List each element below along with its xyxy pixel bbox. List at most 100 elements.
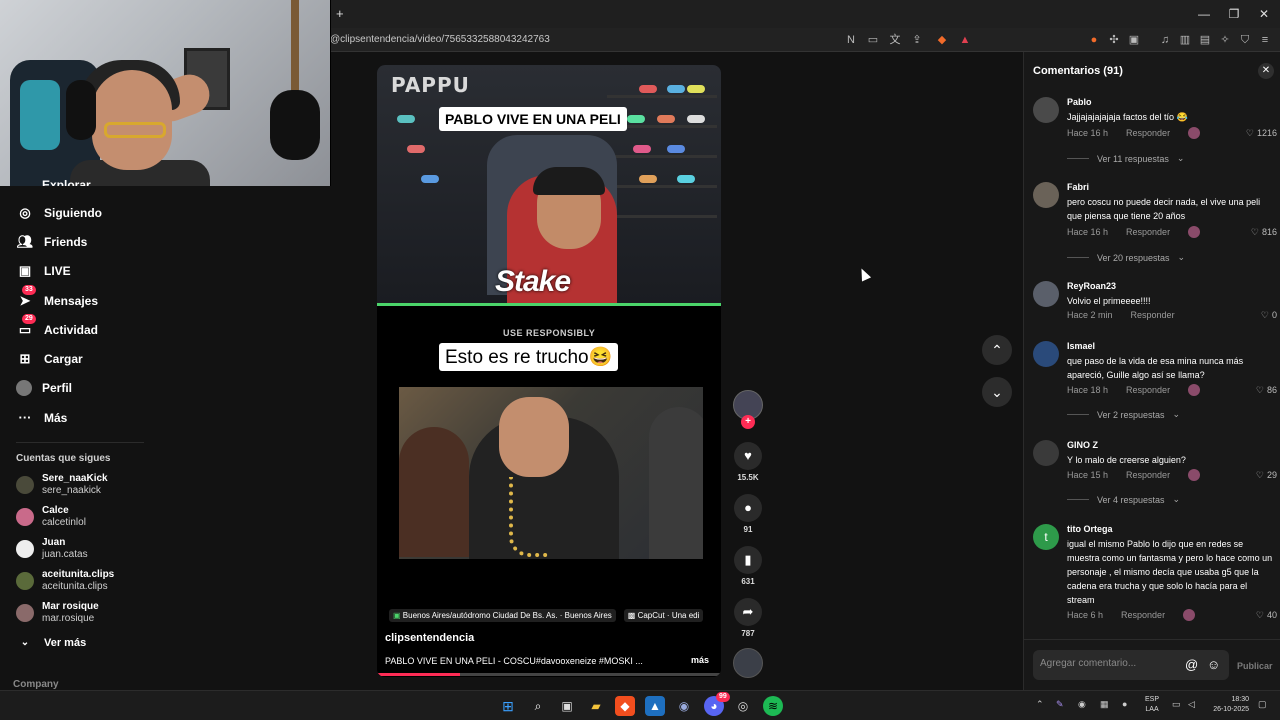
tray-steam-icon[interactable]: ◉ [1078,699,1086,710]
capcut-chip[interactable]: ▩ CapCut · Una edi [623,609,704,622]
comment-author[interactable]: Ismael [1067,341,1095,351]
description-more-button[interactable]: más [691,655,709,665]
follow-plus-button[interactable]: + [741,415,755,429]
like-action[interactable]: ♥ 15.5K [734,442,762,482]
comment-action[interactable]: ● 91 [734,494,762,534]
account-item[interactable]: Mar rosique mar.rosique [16,600,146,626]
tray-pen-icon[interactable]: ✎ [1056,699,1064,710]
sidebar-toggle-icon[interactable]: ▥ [1178,33,1192,47]
comment-like[interactable]: ♡ 1216 [1246,128,1277,139]
volume-icon[interactable]: ◁ [1188,699,1195,710]
avatar[interactable] [1033,440,1059,466]
menu-icon[interactable]: ≡ [1258,33,1272,47]
brave-browser-icon[interactable]: ◆ [615,696,635,716]
steam-icon[interactable]: ◉ [674,696,694,716]
brave-rewards-icon[interactable]: ▲ [958,33,972,47]
reader-off-icon[interactable]: N [844,33,858,47]
view-replies-button[interactable]: Ver 2 respuestas ⌄ [1067,409,1180,420]
clock[interactable]: 18:30 26-10-2025 [1207,695,1249,715]
leo-ai-icon[interactable]: ✧ [1218,33,1232,47]
avatar[interactable] [1033,341,1059,367]
reply-button[interactable]: Responder [1126,385,1170,395]
mention-icon[interactable]: @ [1185,657,1198,672]
see-more-button[interactable]: ⌄ Ver más [16,632,86,654]
extension-puzzle-icon[interactable]: ✣ [1107,33,1121,47]
share-arrow-icon[interactable]: ➦ [734,598,762,626]
avatar[interactable] [1033,281,1059,307]
sidebar-item-activity[interactable]: ▭ 29 Actividad [16,314,98,341]
avatar[interactable]: t [1033,524,1059,550]
wallet-icon[interactable]: ▤ [1198,33,1212,47]
previous-video-button[interactable]: ⌃ [982,335,1012,365]
sidebar-item-live[interactable]: ▣ LIVE [16,260,71,282]
comment-like[interactable]: ♡ 29 [1256,470,1277,481]
company-link[interactable]: Company [13,679,59,690]
account-item[interactable]: Calce calcetinlol [16,504,146,530]
new-tab-button[interactable]: + [336,6,344,21]
sidebar-item-upload[interactable]: ⊞ Cargar [16,348,83,370]
sidebar-item-friends[interactable]: 👥︎ Friends [16,231,88,253]
maximize-button[interactable]: ❐ [1226,6,1242,22]
comment-like[interactable]: ♡ 86 [1256,385,1277,396]
share-action[interactable]: ➦ 787 [734,598,762,638]
comment-icon[interactable]: ● [734,494,762,522]
view-replies-button[interactable]: Ver 20 respuestas ⌄ [1067,252,1185,263]
sidebar-item-following[interactable]: ◎ Siguiendo [16,202,102,224]
tray-chevron-up-icon[interactable]: ⌃ [1036,699,1044,710]
comment-author[interactable]: GINO Z [1067,440,1098,450]
extension-fire-icon[interactable]: ● [1087,33,1101,47]
discord-icon[interactable]: ◕ 99 [704,692,730,716]
notifications-icon[interactable]: ▢ [1258,699,1267,710]
reply-button[interactable]: Responder [1126,470,1170,480]
heart-icon[interactable]: ♥ [734,442,762,470]
photos-icon[interactable]: ▲ [645,696,665,716]
network-icon[interactable]: ▭ [1172,699,1181,710]
obs-icon[interactable]: ◎ [733,696,753,716]
video-author[interactable]: clipsentendencia [385,632,474,644]
location-chip[interactable]: ▣ Buenos Aires/autódromo Ciudad De Bs. A… [389,609,616,622]
comment-author[interactable]: Fabri [1067,182,1089,192]
cast-icon[interactable]: ▭ [866,33,880,47]
save-action[interactable]: ▮ 631 [734,546,762,586]
sidebar-item-messages[interactable]: ➤ 33 Mensajes [16,285,98,312]
comment-author[interactable]: ReyRoan23 [1067,281,1116,291]
comment-author[interactable]: Pablo [1067,97,1092,107]
close-window-button[interactable]: ✕ [1256,6,1272,22]
account-item[interactable]: Sere_naaKick sere_naakick [16,472,146,498]
view-replies-button[interactable]: Ver 4 respuestas ⌄ [1067,494,1180,505]
post-comment-button[interactable]: Publicar [1237,661,1273,671]
view-replies-button[interactable]: Ver 11 respuestas ⌄ [1067,153,1184,164]
spotify-icon[interactable]: ≋ [763,696,783,716]
search-icon[interactable]: ⌕ [528,696,548,716]
sidebar-item-profile[interactable]: Perfil [16,377,72,399]
vpn-shield-icon[interactable]: ⛉ [1238,33,1252,47]
tray-mic-icon[interactable]: ● [1122,699,1127,709]
reply-button[interactable]: Responder [1121,610,1165,620]
url-text[interactable]: @clipsentendencia/video/7565332588043242… [330,34,550,45]
brave-shields-icon[interactable]: ◆ [935,33,949,47]
minimize-button[interactable]: — [1196,6,1212,22]
comment-like[interactable]: ♡ 40 [1256,610,1277,621]
reply-button[interactable]: Responder [1126,128,1170,138]
bookmark-icon[interactable]: ▮ [734,546,762,574]
avatar[interactable] [1033,97,1059,123]
reply-button[interactable]: Responder [1131,310,1175,320]
sidebar-item-more[interactable]: ··· Más [16,407,68,429]
task-view-icon[interactable]: ▣ [557,696,577,716]
language-indicator[interactable]: ESP LAA [1145,695,1159,715]
reply-button[interactable]: Responder [1126,227,1170,237]
emoji-icon[interactable]: ☺ [1207,657,1220,672]
tray-app-icon[interactable]: ▦ [1100,699,1109,710]
file-explorer-icon[interactable]: ▰ [586,696,606,716]
sidebar-item-explore-partial[interactable]: Explorar [42,178,91,186]
avatar[interactable] [1033,182,1059,208]
next-video-button[interactable]: ⌄ [982,377,1012,407]
close-comments-button[interactable]: ✕ [1258,63,1274,79]
comment-author[interactable]: tito Ortega [1067,524,1113,534]
comment-like[interactable]: ♡ 816 [1251,227,1277,238]
account-item[interactable]: aceitunita.clips aceitunita.clips [16,568,146,594]
video-progress-bar[interactable] [377,673,721,676]
windows-start-icon[interactable]: ⊞ [498,696,518,716]
translate-icon[interactable]: 文 [888,33,902,47]
video-player[interactable]: PAPPU PABLO VIVE EN UNA PELI Stake USE R… [377,65,721,677]
